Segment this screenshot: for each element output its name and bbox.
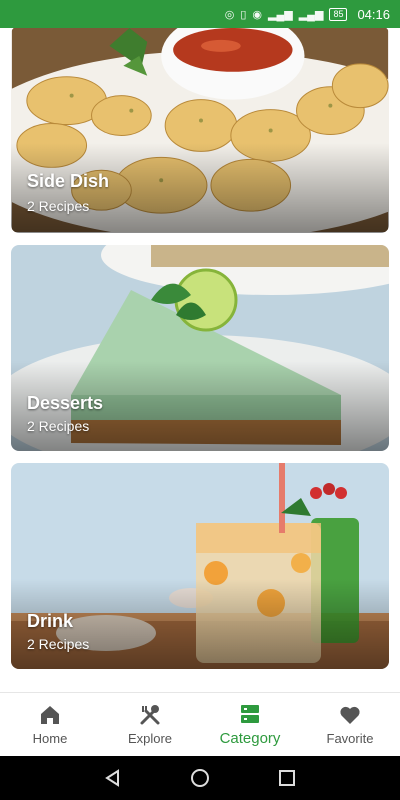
recipe-count: 2 Recipes: [27, 198, 90, 214]
eye-icon: ◉: [252, 8, 262, 21]
nav-favorite[interactable]: Favorite: [300, 693, 400, 756]
nfc-icon: ◎: [224, 8, 235, 21]
nav-label: Home: [32, 731, 68, 746]
category-card-side-dish[interactable]: Side Dish 2 Recipes: [11, 28, 389, 233]
signal-4g-icon: ▂▄▆: [268, 8, 293, 21]
vibrate-icon: ▯: [240, 8, 247, 21]
heart-icon: [340, 706, 360, 724]
status-bar: ◎ ▯ ◉ ▂▄▆ ▂▄▆ 85 04:16: [0, 0, 400, 28]
battery-indicator: 85: [329, 7, 348, 21]
home-circle-icon[interactable]: [190, 768, 210, 788]
category-list[interactable]: Side Dish 2 Recipes Desserts 2 Recipes D…: [0, 28, 400, 692]
category-title: Drink: [27, 611, 74, 631]
recipe-count: 2 Recipes: [27, 636, 90, 652]
nav-explore[interactable]: Explore: [100, 693, 200, 756]
category-title: Desserts: [27, 393, 104, 413]
category-title: Side Dish: [27, 171, 110, 191]
category-card-drink[interactable]: Drink 2 Recipes: [11, 463, 389, 669]
recipe-count: 2 Recipes: [27, 418, 90, 434]
category-list-icon: [241, 705, 259, 723]
nav-label: Category: [219, 730, 281, 747]
category-card-desserts[interactable]: Desserts 2 Recipes: [11, 245, 389, 451]
system-navigation-bar: [0, 756, 400, 800]
back-icon[interactable]: [103, 768, 123, 788]
nav-label: Favorite: [326, 731, 374, 746]
clock: 04:16: [357, 6, 390, 22]
nav-category[interactable]: Category: [200, 693, 300, 756]
signal-3g-icon: ▂▄▆: [298, 8, 324, 21]
nav-home[interactable]: Home: [0, 693, 100, 756]
bottom-navigation: Home Explore Category Favorite: [0, 692, 400, 756]
home-icon: [41, 706, 59, 724]
nav-label: Explore: [127, 731, 173, 746]
recents-icon[interactable]: [277, 768, 297, 788]
utensils-icon: [140, 705, 160, 725]
